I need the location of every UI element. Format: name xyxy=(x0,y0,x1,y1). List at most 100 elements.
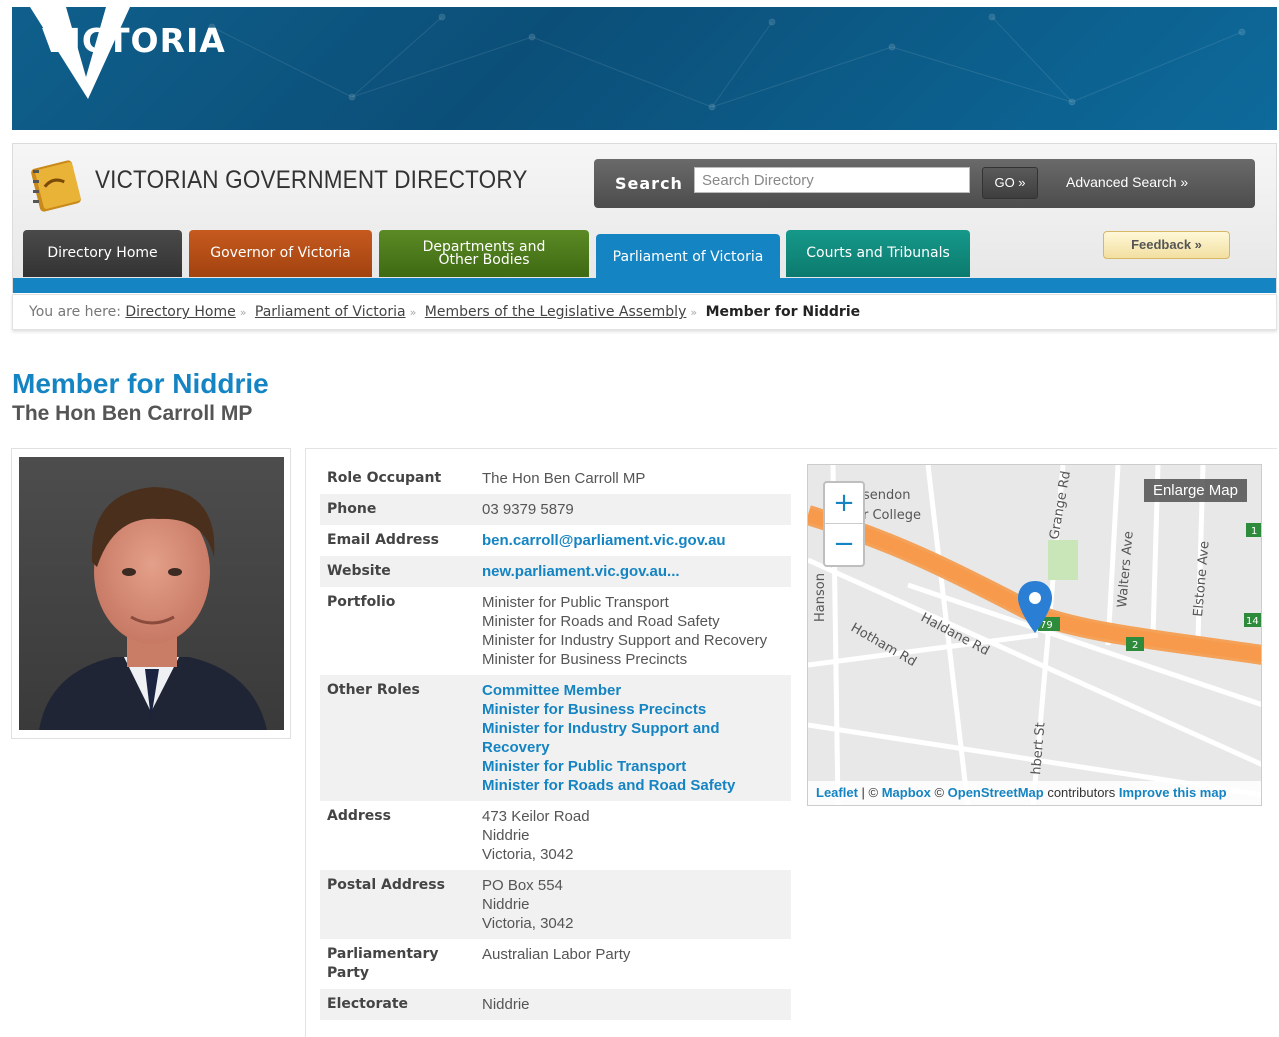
breadcrumb-separator: » xyxy=(690,306,698,319)
row-email: Email Address ben.carroll@parliament.vic… xyxy=(320,525,791,556)
email-link[interactable]: ben.carroll@parliament.vic.gov.au xyxy=(482,531,784,550)
address-line: Victoria, 3042 xyxy=(482,846,574,863)
breadcrumb-prefix: You are here: xyxy=(29,304,121,320)
map-tiles: 79 2 14 1 sendon r College Grange Rd Wal… xyxy=(808,465,1261,805)
row-postal-address: Postal Address PO Box 554 Niddrie Victor… xyxy=(320,870,791,939)
svg-text:Hanson: Hanson xyxy=(813,573,828,622)
value-address: 473 Keilor Road Niddrie Victoria, 3042 xyxy=(482,807,784,864)
member-details-panel: Role Occupant The Hon Ben Carroll MP Pho… xyxy=(305,448,1277,1037)
breadcrumb-separator: » xyxy=(409,306,417,319)
label-portfolio: Portfolio xyxy=(327,594,396,610)
tab-directory-home[interactable]: Directory Home xyxy=(23,230,182,277)
attrib-sep: © xyxy=(930,785,948,800)
label-phone: Phone xyxy=(327,501,377,517)
tab-dept-line2: Other Bodies xyxy=(438,251,530,268)
label-website: Website xyxy=(327,563,391,579)
feedback-button[interactable]: Feedback » xyxy=(1103,231,1230,259)
page-title: Member for Niddrie xyxy=(12,368,269,399)
tab-underline-bar xyxy=(13,278,1276,293)
label-email: Email Address xyxy=(327,532,440,548)
map-attribution: Leaflet | © Mapbox © OpenStreetMap contr… xyxy=(808,781,1261,805)
search-bar: Search GO » Advanced Search » xyxy=(594,159,1255,208)
attrib-contributors: contributors xyxy=(1043,785,1119,800)
breadcrumb-separator: » xyxy=(239,306,247,319)
role-link-public-transport[interactable]: Minister for Public Transport xyxy=(482,757,784,776)
svg-text:14: 14 xyxy=(1246,616,1259,627)
breadcrumb-legislative-assembly[interactable]: Members of the Legislative Assembly xyxy=(425,304,687,320)
value-electorate: Niddrie xyxy=(482,996,530,1013)
value-phone: 03 9379 5879 xyxy=(482,501,574,518)
directory-title: VICTORIAN GOVERNMENT DIRECTORY xyxy=(95,166,528,194)
website-link[interactable]: new.parliament.vic.gov.au... xyxy=(482,562,784,581)
improve-map-link[interactable]: Improve this map xyxy=(1119,785,1227,800)
tab-courts-and-tribunals[interactable]: Courts and Tribunals xyxy=(786,230,970,277)
role-link-business-precincts[interactable]: Minister for Business Precincts xyxy=(482,700,784,719)
row-website: Website new.parliament.vic.gov.au... xyxy=(320,556,791,587)
breadcrumb-parliament[interactable]: Parliament of Victoria xyxy=(255,304,406,320)
map-zoom-control: + − xyxy=(823,481,865,567)
value-party: Australian Labor Party xyxy=(482,946,631,963)
directory-header: VICTORIAN GOVERNMENT DIRECTORY Search GO… xyxy=(12,143,1277,293)
value-role-occupant: The Hon Ben Carroll MP xyxy=(482,470,646,487)
row-phone: Phone 03 9379 5879 xyxy=(320,494,791,525)
postal-line: Niddrie xyxy=(482,896,530,913)
search-label: Search xyxy=(615,174,683,193)
address-line: Niddrie xyxy=(482,827,530,844)
svg-text:2: 2 xyxy=(1132,640,1138,651)
role-link-committee-member[interactable]: Committee Member xyxy=(482,681,784,700)
row-address: Address 473 Keilor Road Niddrie Victoria… xyxy=(320,801,791,870)
value-postal-address: PO Box 554 Niddrie Victoria, 3042 xyxy=(482,876,784,933)
row-role-occupant: Role Occupant The Hon Ben Carroll MP xyxy=(320,463,791,494)
tab-parliament-of-victoria[interactable]: Parliament of Victoria xyxy=(596,234,780,281)
portfolio-item: Minister for Business Precincts xyxy=(482,651,688,668)
go-button[interactable]: GO » xyxy=(982,167,1038,199)
breadcrumb-directory-home[interactable]: Directory Home xyxy=(125,304,235,320)
label-electorate: Electorate xyxy=(327,996,409,1012)
address-line: 473 Keilor Road xyxy=(482,808,590,825)
mapbox-link[interactable]: Mapbox xyxy=(882,785,931,800)
leaflet-link[interactable]: Leaflet xyxy=(816,785,858,800)
portfolio-item: Minister for Public Transport xyxy=(482,594,669,611)
portfolio-item: Minister for Industry Support and Recove… xyxy=(482,632,768,649)
breadcrumb: You are here: Directory Home » Parliament… xyxy=(12,294,1277,330)
search-input[interactable] xyxy=(694,167,970,193)
attrib-sep: | © xyxy=(857,785,882,800)
row-party: Parliamentary Party Australian Labor Par… xyxy=(320,939,791,989)
role-link-roads-road-safety[interactable]: Minister for Roads and Road Safety xyxy=(482,776,784,795)
zoom-out-button[interactable]: − xyxy=(825,524,863,565)
portfolio-item: Minister for Roads and Road Safety xyxy=(482,613,720,630)
member-photo-frame xyxy=(11,448,291,739)
value-other-roles: Committee Member Minister for Business P… xyxy=(482,681,784,795)
label-party: Parliamentary Party xyxy=(327,946,439,981)
label-postal-address: Postal Address xyxy=(327,877,445,893)
role-link-industry-support-cont[interactable]: Recovery xyxy=(482,738,784,757)
enlarge-map-button[interactable]: Enlarge Map xyxy=(1143,479,1247,502)
svg-text:sendon: sendon xyxy=(863,488,910,503)
zoom-in-button[interactable]: + xyxy=(825,483,863,524)
role-link-industry-support[interactable]: Minister for Industry Support and xyxy=(482,719,784,738)
victoria-logo-text: VICTORIA xyxy=(42,21,226,60)
svg-text:1: 1 xyxy=(1251,526,1257,537)
tab-departments-and-other-bodies[interactable]: Departments and Other Bodies xyxy=(379,230,589,277)
row-portfolio: Portfolio Minister for Public Transport … xyxy=(320,587,791,675)
label-other-roles: Other Roles xyxy=(327,682,420,698)
openstreetmap-link[interactable]: OpenStreetMap xyxy=(948,785,1044,800)
svg-text:r College: r College xyxy=(863,508,921,523)
value-portfolio: Minister for Public Transport Minister f… xyxy=(482,593,784,669)
postal-line: Victoria, 3042 xyxy=(482,915,574,932)
page-subtitle: The Hon Ben Carroll MP xyxy=(12,402,253,425)
member-photo xyxy=(19,457,284,730)
details-table: Role Occupant The Hon Ben Carroll MP Pho… xyxy=(320,463,791,1020)
tab-governor-of-victoria[interactable]: Governor of Victoria xyxy=(189,230,372,277)
breadcrumb-current: Member for Niddrie xyxy=(705,304,861,320)
label-address: Address xyxy=(327,808,391,824)
row-other-roles: Other Roles Committee Member Minister fo… xyxy=(320,675,791,801)
location-map[interactable]: 79 2 14 1 sendon r College Grange Rd Wal… xyxy=(807,464,1262,806)
advanced-search-link[interactable]: Advanced Search » xyxy=(1066,174,1188,190)
map-marker-icon[interactable] xyxy=(1018,581,1052,633)
row-electorate: Electorate Niddrie xyxy=(320,989,791,1020)
postal-line: PO Box 554 xyxy=(482,877,563,894)
victoria-banner: VICTORIA xyxy=(12,7,1277,130)
label-role-occupant: Role Occupant xyxy=(327,470,442,486)
directory-book-icon[interactable] xyxy=(27,156,85,214)
